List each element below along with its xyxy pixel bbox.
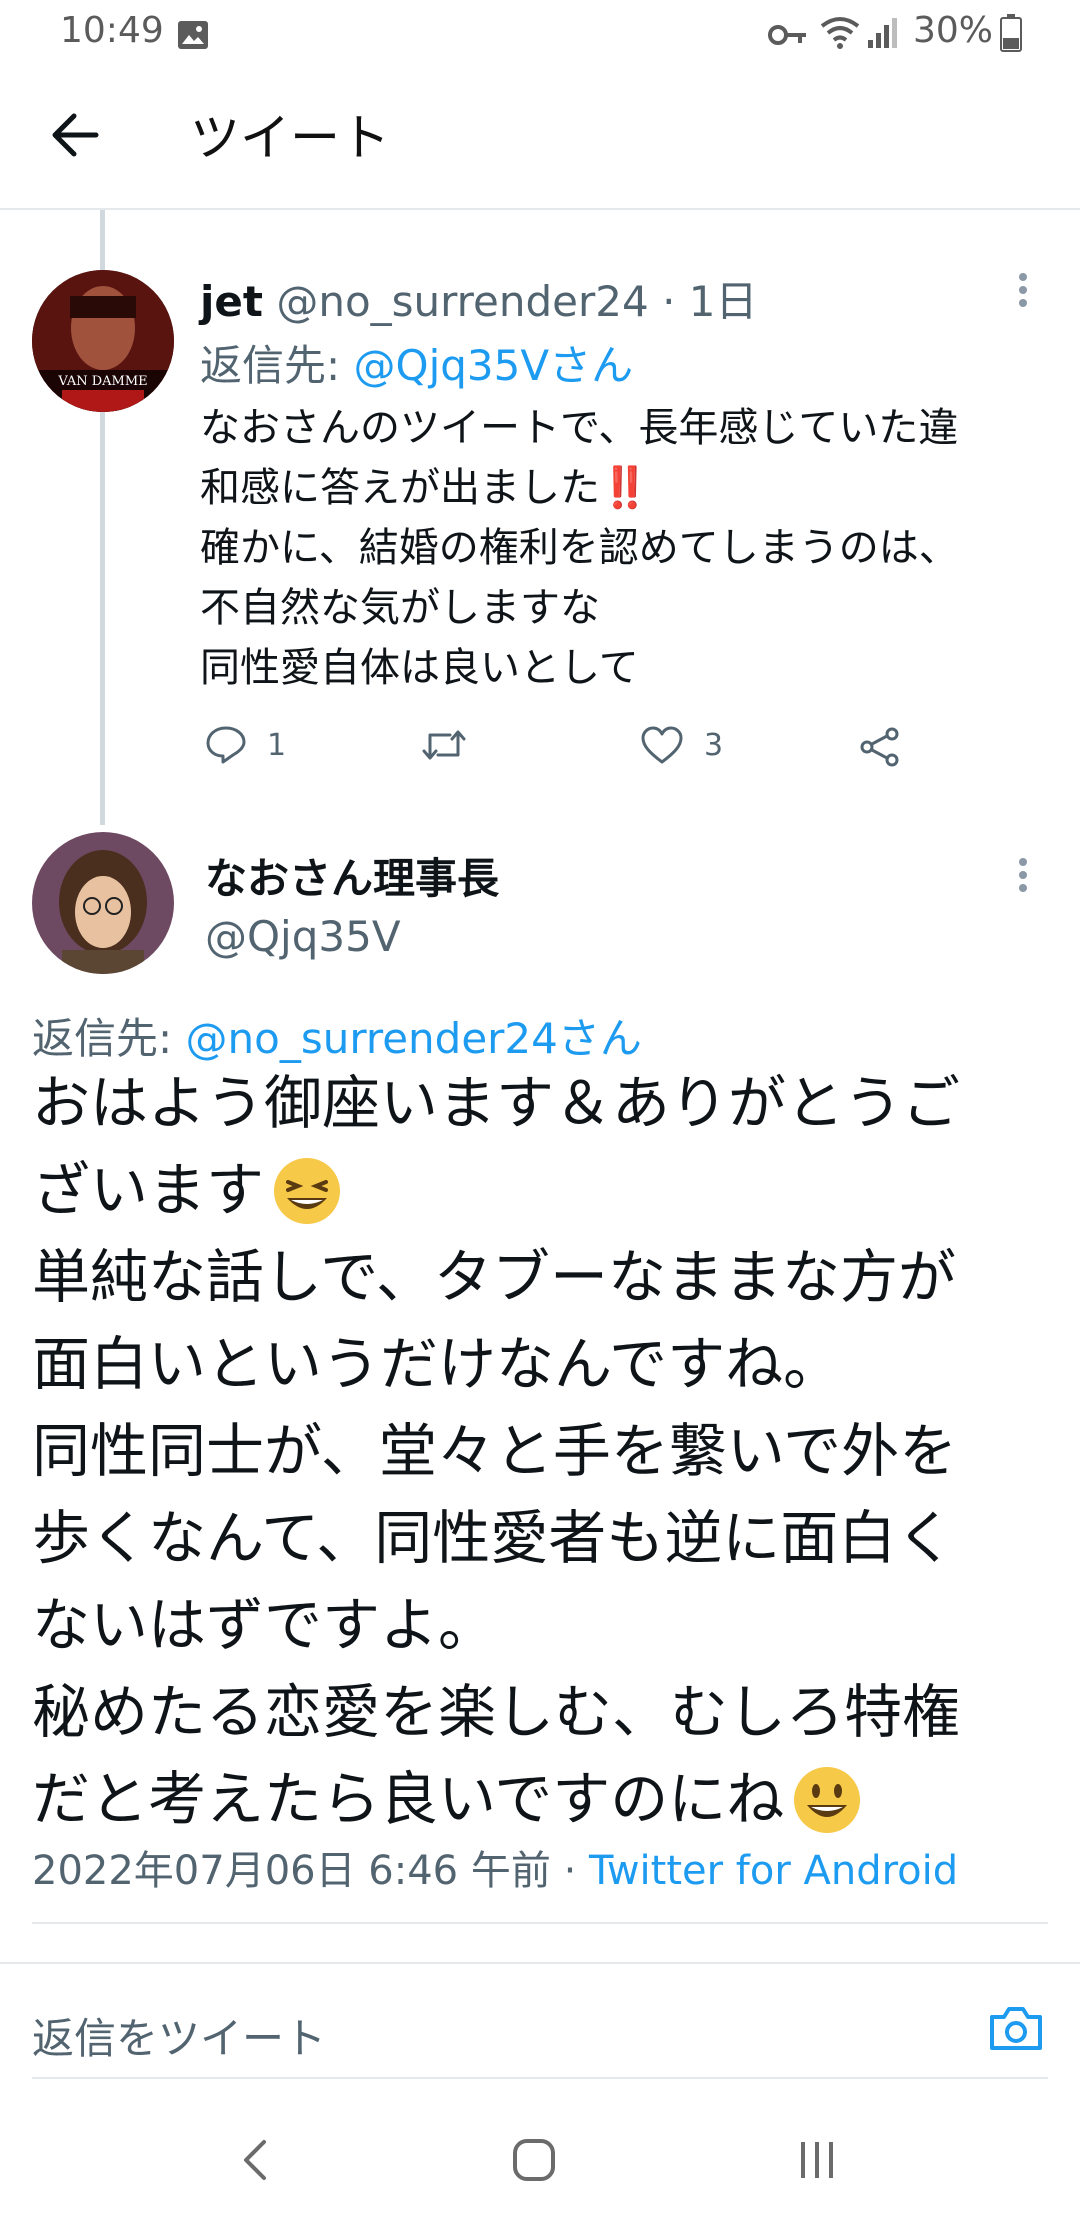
avatar-text: VAN DAMME [57,374,147,389]
tweet-text: なおさんのツイートで、長年感じていた違 和感に答えが出ました‼️ 確かに、結婚の… [200,398,1050,698]
heart-icon [641,726,683,764]
status-time: 10:49 [60,10,164,51]
meta-divider [32,1922,1048,1924]
reply-input[interactable]: 返信をツイート [32,2005,326,2066]
reply-to: 返信先: @Qjq35Vさん [200,332,633,393]
tweet-line: 同性愛自体は良いとして [200,645,639,691]
avatar[interactable]: VAN DAMME [32,270,174,412]
meta-separator: · [563,1848,577,1894]
section-divider [0,1962,1080,1964]
avatar[interactable] [32,832,174,974]
grinning-squinting-emoji [272,1156,342,1226]
reply-action[interactable]: 1 [205,725,286,765]
author-name[interactable]: なおさん理事長 [205,845,499,906]
tweet-text: おはよう御座います＆ありがとうご ざいます 単純な話しで、タブーなままな方が 面… [32,1060,1062,1843]
back-arrow-icon[interactable] [50,112,100,158]
tweet-time: · 1日 [662,277,758,326]
tweet-author[interactable]: jet @no_surrender24 · 1日 [200,268,758,329]
signal-icon [866,16,900,50]
reply-count: 1 [267,727,287,763]
image-icon [177,20,209,50]
double-exclamation-emoji: ‼️ [600,465,650,511]
tweet-timestamp: 2022年07月06日 6:46 午前 [32,1848,551,1894]
tweet-line: 同性同士が、堂々と手を繋いで外を [32,1417,958,1485]
retweet-icon [422,730,466,760]
tweet-line: だと考えたら良いですのにね [32,1765,785,1833]
tweet-line: ざいます [32,1156,265,1224]
tweet-line: なおさんのツイートで、長年感じていた違 [200,405,959,451]
tweet-line: 和感に答えが出ました [200,465,600,511]
reply-prefix: 返信先: [32,1014,173,1063]
tweet-line: 面白いというだけなんですね。 [32,1330,842,1398]
tweet-line: おはよう御座います＆ありがとうご [32,1069,961,1137]
page-title: ツイート [190,109,390,167]
like-count: 3 [704,727,724,763]
tweet-meta: 2022年07月06日 6:46 午前 · Twitter for Androi… [32,1838,958,1896]
author-handle[interactable]: @Qjq35V [205,912,401,961]
more-options-icon[interactable] [1018,857,1028,893]
tweet-line: 不自然な気がしますな [200,585,600,631]
tweet-line: ないはずですよ。 [32,1591,497,1659]
vpn-key-icon [768,22,808,48]
wifi-icon [818,14,862,52]
reply-mention[interactable]: @no_surrender24さん [186,1014,642,1063]
like-action[interactable]: 3 [640,725,723,765]
camera-icon[interactable] [988,2003,1044,2053]
author-name[interactable]: jet [200,277,263,326]
battery-icon [1000,14,1022,52]
more-options-icon[interactable] [1018,272,1028,308]
reply-prefix: 返信先: [200,341,341,390]
retweet-action[interactable] [420,727,488,763]
tweet-line: 確かに、結婚の権利を認めてしまうのは、 [200,525,959,571]
header-divider [0,208,1080,210]
tweet-line: 単純な話しで、タブーなままな方が [32,1243,956,1311]
reply-divider [32,2077,1048,2079]
author-handle[interactable]: @no_surrender24 [276,277,648,326]
battery-percent: 30% [913,10,994,51]
reply-to: 返信先: @no_surrender24さん [32,1005,642,1066]
reply-icon [206,726,246,764]
nav-home-icon[interactable] [512,2138,556,2182]
nav-back-icon[interactable] [240,2138,268,2182]
tweet-line: 秘めたる恋愛を楽しむ、むしろ特権 [32,1678,961,1746]
reply-mention[interactable]: @Qjq35Vさん [354,341,634,390]
nav-recents-icon[interactable] [798,2140,836,2180]
tweet-line: 歩くなんて、同性愛者も逆に面白く [32,1504,955,1572]
grinning-face-emoji [792,1765,862,1835]
share-icon[interactable] [858,726,902,768]
tweet-source-link[interactable]: Twitter for Android [589,1848,958,1894]
